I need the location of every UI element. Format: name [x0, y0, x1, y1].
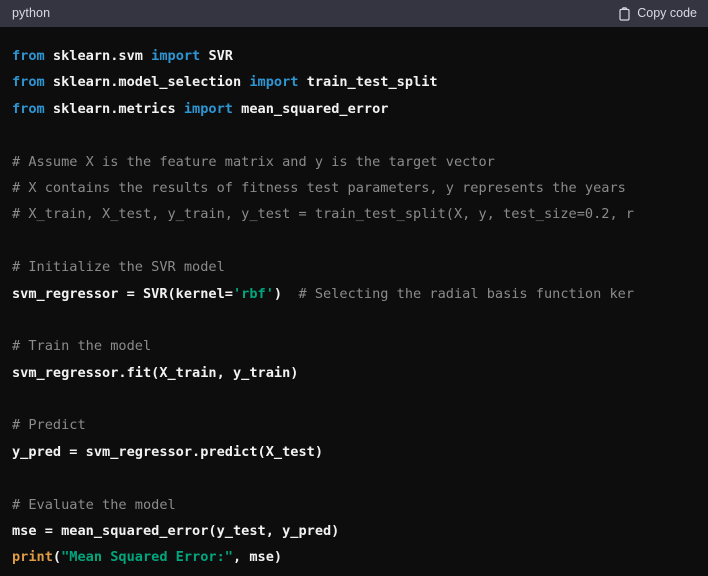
code-token-comment: # X contains the results of fitness test…: [12, 179, 626, 196]
code-token-comment: # Evaluate the model: [12, 496, 176, 513]
code-line: # Predict: [12, 412, 708, 438]
code-token-plain: , mse): [232, 549, 283, 566]
copy-code-label: Copy code: [637, 6, 697, 21]
code-line: from sklearn.svm import SVR: [12, 43, 708, 69]
code-token-plain: mse = mean_squared_error(y_test, y_pred): [12, 523, 340, 540]
code-line: # X contains the results of fitness test…: [12, 175, 708, 201]
code-line: svm_regressor.fit(X_train, y_train): [12, 360, 708, 386]
code-token-plain: sklearn.metrics: [52, 100, 184, 117]
code-text: from sklearn.svm import SVR from sklearn.…: [0, 43, 708, 571]
code-line: y_pred = svm_regressor.predict(X_test): [12, 439, 708, 465]
code-token-str: "Mean Squared Error:": [61, 549, 233, 566]
code-line: print("Mean Squared Error:", mse): [12, 544, 708, 570]
code-token-plain: mean_squared_error: [241, 100, 389, 117]
code-line: mse = mean_squared_error(y_test, y_pred): [12, 518, 708, 544]
code-line: # X_train, X_test, y_train, y_test = tra…: [12, 201, 708, 227]
code-token-comment: # Predict: [12, 417, 86, 434]
code-token-comment: # Assume X is the feature matrix and y i…: [12, 153, 495, 170]
code-token-plain: train_test_split: [306, 74, 438, 91]
code-token-comment: # Train the model: [12, 338, 152, 355]
code-token-comment: # X_train, X_test, y_train, y_test = tra…: [12, 206, 634, 223]
code-line: from sklearn.metrics import mean_squared…: [12, 96, 708, 122]
code-token-plain: SVR: [208, 48, 233, 64]
copy-code-button[interactable]: Copy code: [618, 6, 697, 21]
code-token-kw: from: [12, 100, 53, 117]
code-token-kw: import: [249, 74, 307, 91]
code-block: python Copy code from sklearn.svm import…: [0, 0, 708, 576]
code-token-plain: sklearn.svm: [52, 48, 152, 64]
code-token-kw: from: [12, 74, 53, 91]
code-language-label: python: [12, 6, 51, 21]
code-token-kw: from: [12, 48, 53, 64]
code-token-plain: ): [273, 285, 283, 302]
code-token-plain: sklearn.model_selection: [52, 74, 250, 91]
code-line: # Assume X is the feature matrix and y i…: [12, 149, 708, 175]
code-line: # Evaluate the model: [12, 492, 708, 518]
code-token-plain: svm_regressor = SVR(kernel=: [12, 285, 233, 302]
code-block-header: python Copy code: [0, 0, 708, 27]
code-token-comment: # Initialize the SVR model: [12, 259, 225, 276]
code-token-str: 'rbf': [232, 285, 274, 302]
code-token-kw: import: [183, 100, 242, 117]
code-token-comment: # Selecting the radial basis function ke…: [282, 285, 635, 302]
clipboard-icon: [618, 6, 631, 21]
code-line: from sklearn.model_selection import trai…: [12, 69, 708, 95]
code-line: svm_regressor = SVR(kernel='rbf') # Sele…: [12, 281, 708, 307]
code-token-plain: svm_regressor.fit(X_train, y_train): [12, 364, 299, 381]
code-token-plain: (: [52, 549, 62, 566]
code-token-kw: import: [151, 48, 209, 64]
code-line: # Initialize the SVR model: [12, 254, 708, 280]
code-line: # Train the model: [12, 333, 708, 359]
code-token-fn: print: [12, 549, 53, 566]
code-token-plain: y_pred = svm_regressor.predict(X_test): [12, 443, 323, 460]
code-content-area[interactable]: from sklearn.svm import SVR from sklearn.…: [0, 27, 708, 576]
